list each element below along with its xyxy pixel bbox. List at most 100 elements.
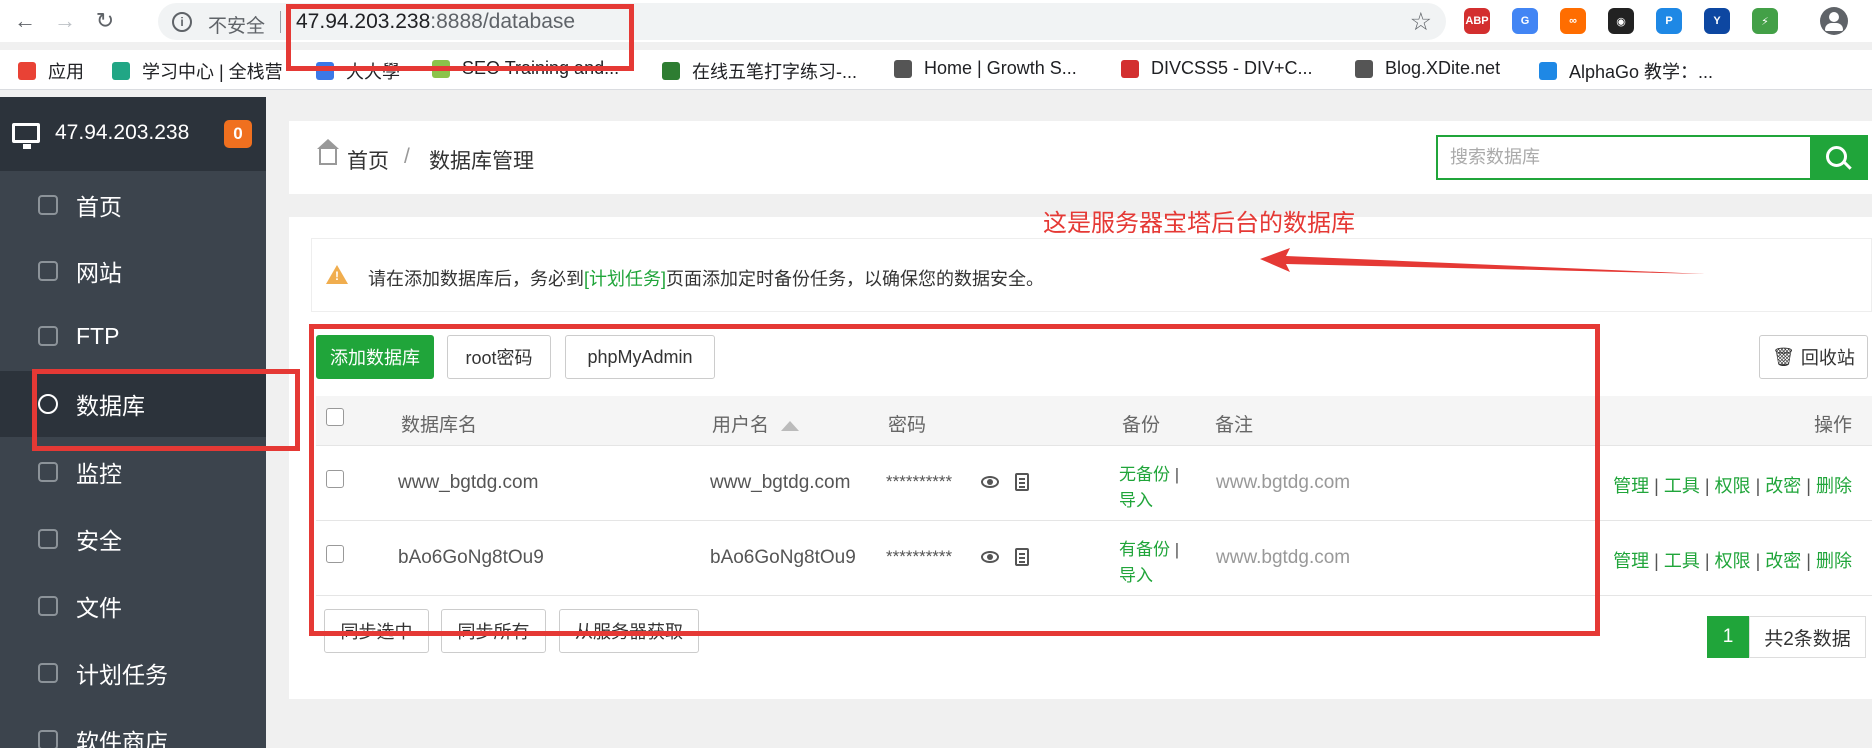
db-name: bAo6GoNg8tOu9 (398, 547, 544, 568)
separator: | (1654, 551, 1659, 571)
copy-password-icon[interactable] (1015, 473, 1029, 491)
copy-password-icon[interactable] (1015, 548, 1029, 566)
row-checkbox[interactable] (326, 470, 344, 488)
bookmark-item[interactable]: DIVCSS5 - DIV+C... (1121, 58, 1313, 79)
notification-badge[interactable]: 0 (224, 120, 252, 148)
sidebar-item[interactable]: 文件 (0, 573, 266, 639)
url-path: :8888/database (430, 10, 576, 33)
fetch-from-server-button[interactable]: 从服务器获取 (559, 609, 699, 653)
backup-status-link[interactable]: 有备份 (1119, 540, 1170, 559)
bookmark-label: AlphaGo 教学：... (1569, 62, 1714, 82)
sidebar-item[interactable]: 软件商店 (0, 707, 266, 748)
row-actions: 管理 | 工具 | 权限 | 改密 | 删除 (1613, 547, 1852, 573)
breadcrumb-home[interactable]: 首页 (347, 145, 389, 175)
show-password-icon[interactable] (981, 476, 999, 488)
sidebar-item-label: FTP (76, 322, 120, 349)
pagination-page[interactable]: 1 (1707, 616, 1749, 658)
account-icon[interactable] (1820, 7, 1848, 35)
infinity-icon[interactable]: ∞ (1560, 8, 1586, 34)
bolt-icon[interactable]: ⚡ (1752, 8, 1778, 34)
column-user[interactable]: 用户名 (712, 410, 800, 437)
forward-icon[interactable]: → (50, 6, 80, 36)
bookmark-item[interactable]: 在线五笔打字练习-... (662, 58, 857, 84)
bookmark-item[interactable]: 大大學 (316, 58, 400, 84)
info-icon[interactable]: i (172, 12, 192, 32)
manage-link[interactable]: 管理 (1613, 476, 1649, 496)
address-bar[interactable]: i 不安全 47.94.203.238:8888/database ☆ (158, 3, 1446, 40)
sync-selected-button[interactable]: 同步选中 (324, 609, 429, 653)
globe-icon (38, 261, 58, 281)
search-icon[interactable] (1810, 137, 1866, 178)
delete-link[interactable]: 删除 (1816, 476, 1852, 496)
translate-icon[interactable]: G (1512, 8, 1538, 34)
recycle-bin-button[interactable]: 🗑 回收站 (1759, 335, 1868, 379)
tools-link[interactable]: 工具 (1664, 476, 1700, 496)
db-note[interactable]: www.bgtdg.com (1216, 472, 1350, 494)
db-password: ********** (886, 547, 953, 566)
backup-status-link[interactable]: 无备份 (1119, 465, 1170, 484)
table-row: www_bgtdg.com www_bgtdg.com ********** 无备份 … (316, 446, 1872, 521)
sidebar-item[interactable]: 计划任务 (0, 640, 266, 706)
bookmark-label: 大大學 (346, 62, 400, 82)
sidebar-item-label: 网站 (76, 260, 122, 286)
sidebar-item[interactable]: 监控 (0, 439, 266, 505)
sidebar-item[interactable]: 网站 (0, 238, 266, 304)
shield-icon (38, 529, 58, 549)
permissions-link[interactable]: 权限 (1715, 551, 1751, 571)
breadcrumb-separator: / (404, 145, 410, 168)
search-box (1436, 135, 1868, 180)
bookmark-item[interactable]: SEO Training and... (432, 58, 619, 79)
db-user: www_bgtdg.com (710, 472, 851, 493)
bookmark-item[interactable]: Home | Growth S... (894, 58, 1077, 79)
search-input[interactable] (1438, 137, 1808, 178)
add-database-button[interactable]: 添加数据库 (316, 335, 434, 379)
bookmark-star-icon[interactable]: ☆ (1410, 7, 1432, 37)
url-text[interactable]: 47.94.203.238:8888/database (296, 10, 575, 34)
db-password: ********** (886, 472, 953, 491)
abp-icon[interactable]: ABP (1464, 8, 1490, 34)
bookmark-label: SEO Training and... (462, 58, 620, 78)
sort-ascending-icon (781, 420, 800, 431)
bookmark-item[interactable]: Blog.XDite.net (1355, 58, 1500, 79)
tools-link[interactable]: 工具 (1664, 551, 1700, 571)
row-checkbox[interactable] (326, 545, 344, 563)
change-password-link[interactable]: 改密 (1765, 551, 1801, 571)
select-all-checkbox[interactable] (326, 408, 344, 426)
root-password-button[interactable]: root密码 (447, 335, 551, 379)
sidebar-item[interactable]: FTP (0, 303, 266, 369)
separator: | (1755, 551, 1761, 571)
bookmark-item[interactable]: AlphaGo 教学：... (1539, 58, 1713, 84)
db-note[interactable]: www.bgtdg.com (1216, 547, 1350, 569)
delete-link[interactable]: 删除 (1816, 551, 1852, 571)
sync-all-button[interactable]: 同步所有 (441, 609, 546, 653)
reload-icon[interactable]: ↻ (90, 6, 120, 36)
cron-task-link[interactable]: [计划任务] (584, 269, 666, 289)
manage-link[interactable]: 管理 (1613, 551, 1649, 571)
pagination-total: 共2条数据 (1749, 616, 1866, 658)
db-user: bAo6GoNg8tOu9 (710, 547, 856, 568)
ftp-icon (38, 326, 58, 346)
bookmark-item[interactable]: 应用 (18, 58, 84, 84)
separator: | (1704, 476, 1710, 496)
column-password: 密码 (888, 415, 927, 436)
bookmark-item[interactable]: 学习中心 | 全栈营 (112, 58, 283, 84)
phpmyadmin-button[interactable]: phpMyAdmin (565, 335, 715, 379)
show-password-icon[interactable] (981, 551, 999, 563)
change-password-link[interactable]: 改密 (1765, 476, 1801, 496)
separator: | (1806, 476, 1811, 496)
sidebar: 47.94.203.238 0 首页 网站 FTP 数据库 监控 安全 文件 计划任务 软件商店 (0, 97, 266, 748)
p-icon[interactable]: P (1656, 8, 1682, 34)
sidebar-item[interactable]: 首页 (0, 172, 266, 238)
monitor-icon (12, 123, 40, 149)
mask-icon[interactable]: ◉ (1608, 8, 1634, 34)
sidebar-item[interactable]: 安全 (0, 506, 266, 572)
y-icon[interactable]: Y (1704, 8, 1730, 34)
globe-icon (1355, 59, 1373, 78)
column-backup: 备份 (1122, 415, 1161, 436)
import-link[interactable]: 导入 (1119, 486, 1153, 511)
sidebar-item[interactable]: 数据库 (0, 371, 266, 437)
back-icon[interactable]: ← (10, 6, 40, 36)
import-link[interactable]: 导入 (1119, 561, 1153, 586)
permissions-link[interactable]: 权限 (1715, 476, 1751, 496)
column-name[interactable]: 数据库名 (401, 410, 477, 437)
